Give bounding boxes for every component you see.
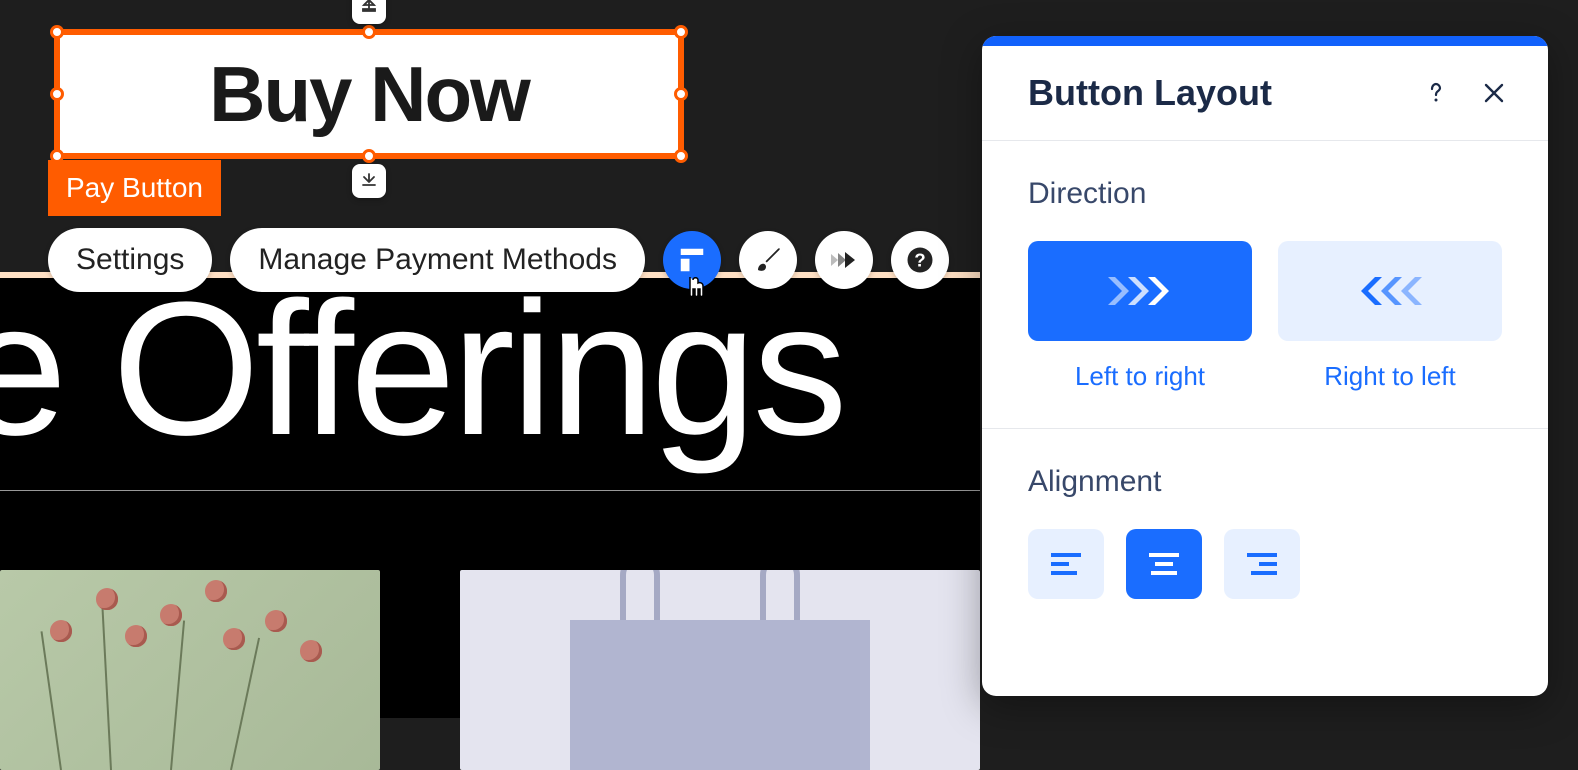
layout-icon	[677, 245, 707, 275]
element-type-label: Pay Button	[48, 160, 221, 216]
direction-rtl-label: Right to left	[1324, 361, 1456, 392]
direction-ltr-label: Left to right	[1075, 361, 1205, 392]
product-image-bag[interactable]	[460, 570, 980, 770]
layout-button[interactable]	[663, 231, 721, 289]
align-left-icon	[1049, 550, 1083, 578]
align-center-button[interactable]	[1126, 529, 1202, 599]
align-left-button[interactable]	[1028, 529, 1104, 599]
align-center-icon	[1147, 550, 1181, 578]
resize-handle-mid-right[interactable]	[674, 87, 688, 101]
resize-handle-top-left[interactable]	[50, 25, 64, 39]
alignment-label: Alignment	[1028, 465, 1502, 499]
resize-handle-top-right[interactable]	[674, 25, 688, 39]
button-layout-panel: Button Layout Direction Left to right	[982, 36, 1548, 696]
panel-title: Button Layout	[1028, 72, 1396, 114]
direction-ltr-box	[1028, 241, 1252, 341]
manage-payment-methods-button[interactable]: Manage Payment Methods	[230, 228, 645, 292]
resize-handle-top-mid[interactable]	[362, 25, 376, 39]
alignment-section: Alignment	[982, 428, 1548, 635]
animation-icon	[827, 245, 861, 275]
resize-handle-mid-left[interactable]	[50, 87, 64, 101]
settings-button-label: Settings	[76, 243, 184, 277]
manage-payment-methods-label: Manage Payment Methods	[258, 243, 617, 277]
brush-icon	[753, 245, 783, 275]
help-button[interactable]: ?	[891, 231, 949, 289]
drag-handle-bottom-icon[interactable]	[352, 164, 386, 198]
product-image-flowers[interactable]	[0, 570, 380, 770]
help-icon: ?	[905, 245, 935, 275]
element-toolbar: Settings Manage Payment Methods ?	[48, 228, 949, 292]
align-right-button[interactable]	[1224, 529, 1300, 599]
direction-rtl-option[interactable]: Right to left	[1278, 241, 1502, 392]
settings-button[interactable]: Settings	[48, 228, 212, 292]
resize-handle-bottom-right[interactable]	[674, 149, 688, 163]
canvas-horizontal-rule	[0, 490, 980, 491]
design-button[interactable]	[739, 231, 797, 289]
animation-button[interactable]	[815, 231, 873, 289]
direction-section: Direction Left to right	[982, 141, 1548, 428]
direction-label: Direction	[1028, 177, 1502, 211]
panel-close-button[interactable]	[1476, 75, 1512, 111]
cursor-pointer-icon	[681, 275, 711, 314]
panel-header: Button Layout	[982, 46, 1548, 141]
panel-accent-bar	[982, 36, 1548, 46]
align-right-icon	[1245, 550, 1279, 578]
drag-handle-top-icon[interactable]	[352, 0, 386, 24]
canvas-heading-text: ue Offerings	[0, 260, 844, 478]
svg-text:?: ?	[914, 249, 925, 270]
direction-rtl-box	[1278, 241, 1502, 341]
direction-ltr-option[interactable]: Left to right	[1028, 241, 1252, 392]
chevrons-right-icon	[1102, 271, 1178, 311]
question-icon	[1424, 81, 1448, 105]
close-icon	[1483, 82, 1505, 104]
resize-handle-bottom-mid[interactable]	[362, 149, 376, 163]
chevrons-left-icon	[1352, 271, 1428, 311]
selected-buy-now-button[interactable]: Buy Now	[54, 29, 684, 159]
buy-now-label: Buy Now	[209, 49, 529, 140]
panel-help-button[interactable]	[1418, 75, 1454, 111]
